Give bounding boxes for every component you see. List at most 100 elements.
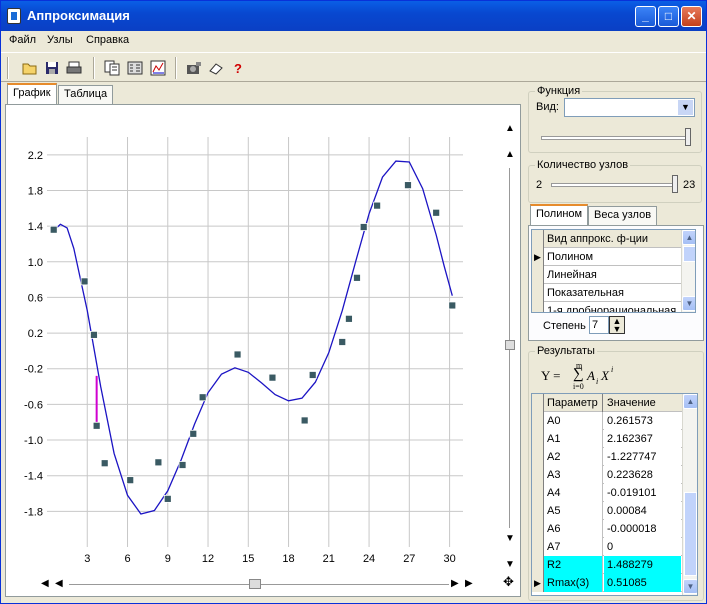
param-cell[interactable]: A3 — [544, 466, 603, 484]
scroll-down-icon[interactable]: ▼ — [505, 534, 515, 544]
scroll-up-icon[interactable]: ▲ — [505, 150, 515, 160]
menu-file[interactable]: Файл — [9, 34, 36, 46]
eraser-icon[interactable] — [207, 59, 225, 77]
column-header-value[interactable]: Значение — [604, 394, 674, 412]
nodes-slider-thumb[interactable] — [672, 175, 678, 193]
hscroll-thumb[interactable] — [249, 579, 261, 589]
param-cell[interactable]: A5 — [544, 502, 603, 520]
data-point — [100, 459, 109, 468]
tab-node-weights[interactable]: Веса узлов — [588, 206, 658, 226]
table-row[interactable]: A3 0.223628 — [532, 466, 682, 484]
approximation-chart — [47, 137, 463, 547]
help-icon[interactable]: ? — [229, 59, 247, 77]
y-tick-label: -0.2 — [24, 364, 43, 376]
scroll-left-fast-icon[interactable]: ◀ — [41, 579, 49, 589]
param-cell[interactable]: A7 — [544, 538, 603, 556]
scroll-up-icon[interactable]: ▲ — [683, 394, 697, 409]
list-item[interactable]: Линейная — [532, 266, 682, 284]
nodes-slider-track[interactable] — [551, 183, 677, 187]
row-indicator — [532, 520, 544, 538]
degree-input[interactable]: 7 — [589, 316, 609, 334]
table-row[interactable]: A6 -0.000018 — [532, 520, 682, 538]
table-row[interactable]: A7 0 — [532, 538, 682, 556]
copy-icon[interactable] — [103, 59, 121, 77]
approx-list-scrollbar[interactable]: ▲ ▼ — [681, 230, 695, 312]
scroll-up-fast-icon[interactable]: ▲ — [505, 124, 515, 134]
vscroll-thumb[interactable] — [505, 340, 515, 350]
degree-stepper[interactable]: ▲ ▼ — [609, 316, 625, 334]
param-cell[interactable]: A2 — [544, 448, 603, 466]
scroll-up-icon[interactable]: ▲ — [682, 230, 695, 245]
param-cell[interactable]: A1 — [544, 430, 603, 448]
value-cell[interactable]: 0.261573 — [604, 412, 681, 430]
table-row[interactable]: ▶ Rmax(3) 0.51085 — [532, 574, 682, 592]
menu-bar: Файл Узлы Справка — [1, 31, 706, 51]
scroll-left-icon[interactable]: ◀ — [55, 579, 63, 589]
list-item[interactable]: ▶ Полином — [532, 248, 682, 266]
function-slider-track[interactable] — [541, 136, 689, 140]
value-cell[interactable]: -1.227747 — [604, 448, 681, 466]
title-bar[interactable]: Аппроксимация _ □ ✕ — [1, 1, 706, 31]
tab-table[interactable]: Таблица — [58, 85, 114, 104]
tab-graph[interactable]: График — [7, 83, 57, 105]
param-cell[interactable]: A0 — [544, 412, 603, 430]
scroll-thumb[interactable] — [683, 246, 695, 262]
open-icon[interactable] — [21, 59, 39, 77]
data-point — [373, 201, 382, 210]
close-button[interactable]: ✕ — [681, 6, 702, 27]
tab-polynomial[interactable]: Полином — [530, 204, 589, 226]
function-slider-thumb[interactable] — [685, 128, 691, 146]
table-row[interactable]: A4 -0.019101 — [532, 484, 682, 502]
scroll-down-fast-icon[interactable]: ▼ — [505, 560, 515, 570]
window-title: Аппроксимация — [27, 8, 130, 23]
menu-help[interactable]: Справка — [86, 34, 129, 46]
value-cell[interactable]: 1.488279 — [604, 556, 681, 574]
minimize-button[interactable]: _ — [635, 6, 656, 27]
chart-horizontal-scroll[interactable]: ◀ ◀ ▶ ▶ ✥ — [41, 575, 521, 591]
x-axis: 3 6 9 12 15 18 21 24 27 30 — [84, 553, 456, 565]
value-cell[interactable]: 0 — [604, 538, 681, 556]
list-item[interactable]: 1-я дробнорациональная — [532, 302, 682, 312]
column-header-param[interactable]: Параметр — [544, 394, 603, 412]
param-cell[interactable]: A4 — [544, 484, 603, 502]
kind-select[interactable]: ▼ — [564, 98, 695, 117]
toolbar-separator — [93, 57, 95, 79]
y-tick-label: 1.8 — [28, 185, 43, 197]
maximize-button[interactable]: □ — [658, 6, 679, 27]
calculate-icon[interactable] — [126, 59, 144, 77]
chart-vertical-scroll[interactable]: ▲ ▲ ▼ ▼ — [504, 124, 516, 574]
scroll-right-fast-icon[interactable]: ▶ — [465, 579, 473, 589]
formula-sub: i — [596, 377, 599, 386]
scroll-down-icon[interactable]: ▼ — [682, 296, 695, 311]
y-tick-label: -1.4 — [24, 471, 43, 483]
graph-icon[interactable] — [149, 59, 167, 77]
value-cell[interactable]: -0.000018 — [604, 520, 681, 538]
param-cell[interactable]: R2 — [544, 556, 603, 574]
camera-icon[interactable] — [185, 59, 203, 77]
scroll-right-icon[interactable]: ▶ — [451, 579, 459, 589]
print-icon[interactable] — [65, 59, 83, 77]
param-cell[interactable]: Rmax(3) — [544, 574, 603, 592]
value-cell[interactable]: 0.00084 — [604, 502, 681, 520]
value-cell[interactable]: -0.019101 — [604, 484, 681, 502]
value-cell[interactable]: 2.162367 — [604, 430, 681, 448]
value-cell[interactable]: 0.223628 — [604, 466, 681, 484]
list-item[interactable]: Показательная — [532, 284, 682, 302]
table-row[interactable]: A0 0.261573 — [532, 412, 682, 430]
chevron-down-icon[interactable]: ▼ — [678, 100, 693, 115]
scroll-down-icon[interactable]: ▼ — [683, 579, 697, 594]
results-scrollbar[interactable]: ▲ ▼ — [682, 394, 697, 595]
move-icon[interactable]: ✥ — [503, 575, 514, 588]
scroll-thumb[interactable] — [684, 492, 697, 576]
approx-type-list[interactable]: Вид аппрокс. ф-ции ▶ Полином Линейная Показ… — [531, 229, 696, 313]
table-row[interactable]: A5 0.00084 — [532, 502, 682, 520]
table-row[interactable]: A1 2.162367 — [532, 430, 682, 448]
save-icon[interactable] — [43, 59, 61, 77]
table-row[interactable]: A2 -1.227747 — [532, 448, 682, 466]
table-row[interactable]: R2 1.488279 — [532, 556, 682, 574]
value-cell[interactable]: 0.51085 — [604, 574, 681, 592]
x-tick-label: 27 — [403, 553, 415, 565]
param-cell[interactable]: A6 — [544, 520, 603, 538]
results-table[interactable]: Параметр Значение A0 0.261573 A1 2.162367 A2… — [531, 393, 698, 596]
menu-nodes[interactable]: Узлы — [47, 34, 73, 46]
